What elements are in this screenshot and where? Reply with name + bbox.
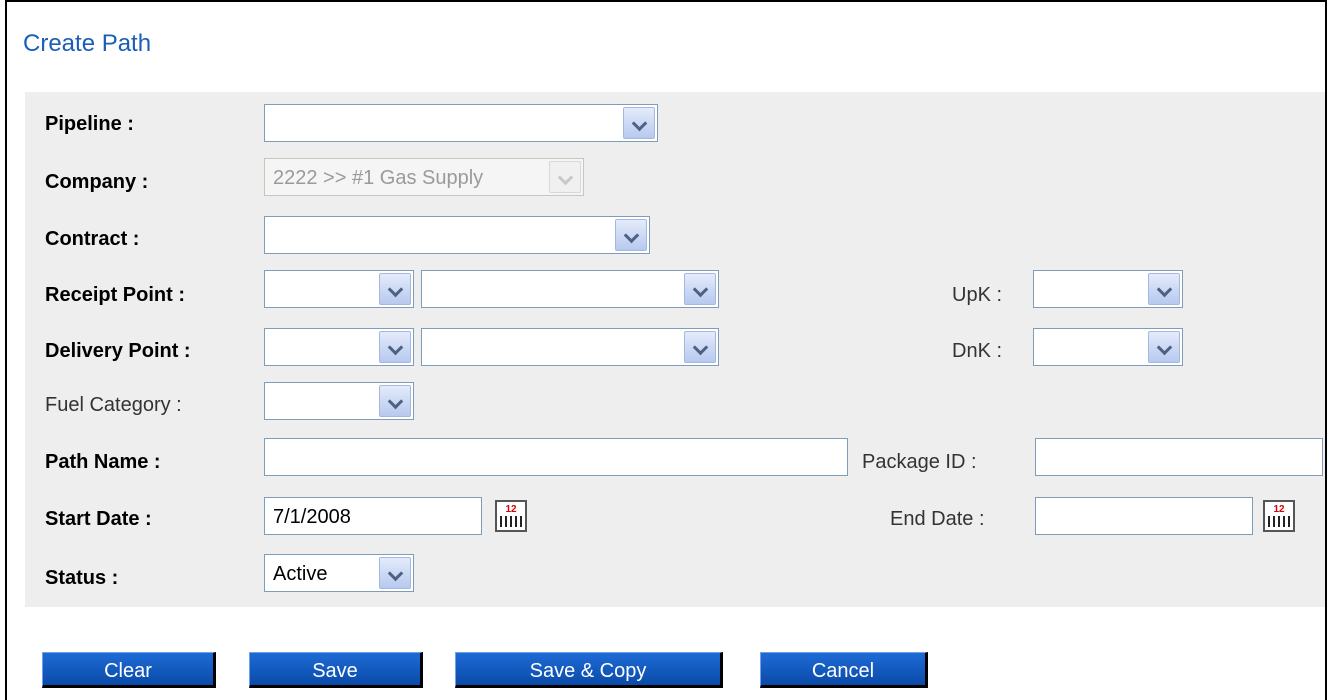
chevron-down-icon — [549, 161, 581, 193]
chevron-down-icon — [623, 107, 655, 139]
start-date-calendar-icon[interactable]: 12 — [495, 500, 527, 532]
dnk-label: DnK : — [952, 340, 1003, 362]
contract-label: Contract : — [45, 228, 140, 250]
calendar-icon-number: 12 — [1273, 504, 1285, 515]
status-label: Status : — [45, 567, 119, 589]
chevron-down-icon — [684, 331, 716, 363]
start-date-label: Start Date : — [45, 508, 152, 530]
chevron-down-icon — [379, 273, 411, 305]
calendar-icon-number: 12 — [505, 504, 517, 515]
cancel-button[interactable]: Cancel — [760, 652, 928, 688]
end-date-input[interactable] — [1035, 497, 1253, 535]
company-value: 2222 >> #1 Gas Supply — [273, 167, 484, 189]
end-date-calendar-icon[interactable]: 12 — [1263, 500, 1295, 532]
save-button[interactable]: Save — [249, 652, 423, 688]
dnk-select[interactable] — [1033, 328, 1183, 366]
pipeline-label: Pipeline : — [45, 113, 134, 135]
receipt-point-zone-select[interactable] — [264, 270, 414, 308]
page-title: Create Path — [23, 30, 152, 57]
clear-button[interactable]: Clear — [42, 652, 216, 688]
contract-select[interactable] — [264, 216, 650, 254]
package-id-label: Package ID : — [862, 451, 977, 473]
chevron-down-icon — [379, 331, 411, 363]
upk-label: UpK : — [952, 284, 1003, 306]
chevron-down-icon — [379, 557, 411, 589]
chevron-down-icon — [684, 273, 716, 305]
pipeline-select[interactable] — [264, 104, 658, 142]
chevron-down-icon — [379, 385, 411, 417]
save-copy-button[interactable]: Save & Copy — [455, 652, 723, 688]
path-name-label: Path Name : — [45, 451, 161, 473]
delivery-point-select[interactable] — [421, 328, 719, 366]
package-id-input[interactable] — [1035, 438, 1323, 476]
calendar-grid — [500, 516, 522, 527]
receipt-point-label: Receipt Point : — [45, 284, 186, 306]
delivery-point-label: Delivery Point : — [45, 340, 191, 362]
start-date-input[interactable]: 7/1/2008 — [264, 497, 482, 535]
fuel-category-select[interactable] — [264, 382, 414, 420]
end-date-label: End Date : — [890, 508, 985, 530]
start-date-value: 7/1/2008 — [273, 506, 351, 528]
chevron-down-icon — [1148, 331, 1180, 363]
delivery-point-zone-select[interactable] — [264, 328, 414, 366]
path-name-input[interactable] — [264, 438, 848, 476]
chevron-down-icon — [615, 219, 647, 251]
company-label: Company : — [45, 171, 149, 193]
upk-select[interactable] — [1033, 270, 1183, 308]
status-select[interactable]: Active — [264, 554, 414, 592]
calendar-grid — [1268, 516, 1290, 527]
fuel-category-label: Fuel Category : — [45, 394, 182, 416]
receipt-point-select[interactable] — [421, 270, 719, 308]
company-select: 2222 >> #1 Gas Supply — [264, 158, 584, 196]
chevron-down-icon — [1148, 273, 1180, 305]
status-value: Active — [273, 563, 328, 585]
